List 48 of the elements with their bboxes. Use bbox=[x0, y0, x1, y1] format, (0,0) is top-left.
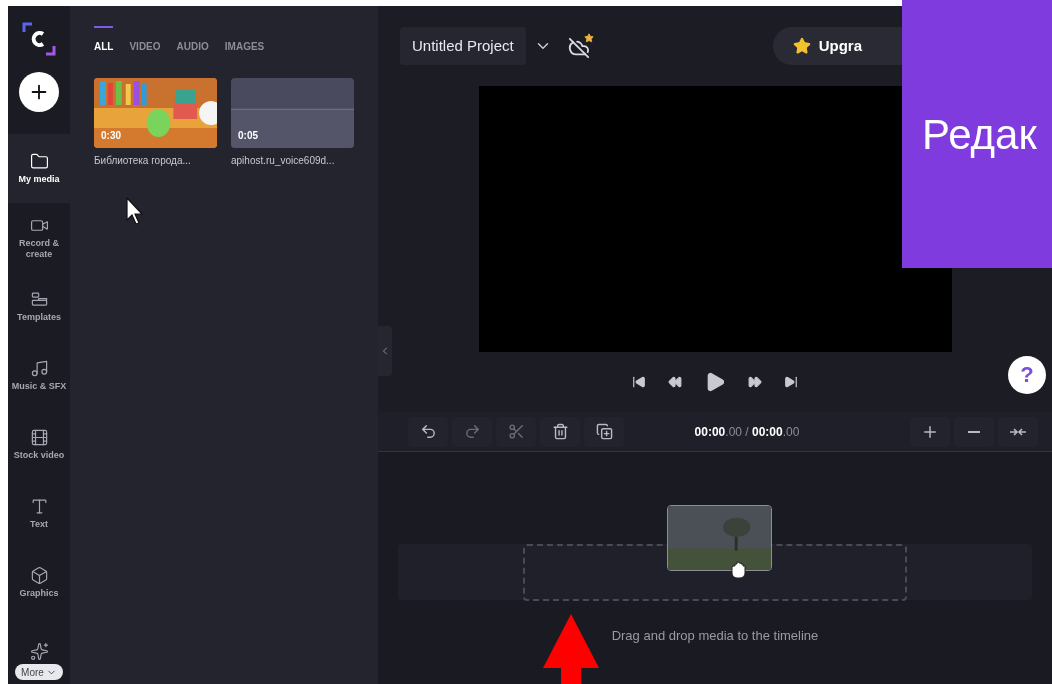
rewind-icon[interactable] bbox=[668, 375, 682, 389]
cube-icon bbox=[29, 566, 49, 585]
create-button[interactable] bbox=[19, 72, 59, 112]
drop-hint: Drag and drop media to the timeline bbox=[610, 627, 820, 645]
star-icon bbox=[792, 37, 811, 55]
music-note-icon bbox=[29, 359, 49, 378]
media-tab[interactable]: AUDIO bbox=[176, 26, 209, 54]
media-thumbnail[interactable]: 0:05 bbox=[231, 78, 354, 148]
time-display: 00:00.00 / 00:00.00 bbox=[694, 423, 800, 441]
media-name: apihost.ru_voice609d... bbox=[231, 154, 336, 168]
project-title[interactable]: Untitled Project bbox=[400, 27, 526, 65]
minus-icon bbox=[968, 430, 980, 433]
cursor-icon bbox=[126, 197, 144, 225]
arrow-icon bbox=[543, 614, 599, 684]
delete-button[interactable] bbox=[540, 416, 580, 447]
title-banner: Редак bbox=[902, 0, 1052, 268]
logo-icon bbox=[22, 22, 56, 56]
media-tab[interactable]: ALL bbox=[94, 26, 114, 54]
cloud-off-icon[interactable] bbox=[567, 33, 594, 59]
trash-icon bbox=[551, 423, 569, 440]
folder-icon bbox=[29, 152, 49, 171]
media-tab[interactable]: VIDEO bbox=[129, 26, 161, 54]
duration-label: 0:30 bbox=[101, 129, 121, 143]
redo-button[interactable] bbox=[452, 416, 492, 447]
templates-icon bbox=[29, 290, 49, 309]
undo-icon bbox=[419, 423, 437, 440]
skip-back-icon[interactable] bbox=[632, 375, 646, 389]
duplicate-icon bbox=[595, 423, 613, 440]
help-label: ? bbox=[1020, 364, 1034, 386]
sidebar-item[interactable]: My media bbox=[8, 134, 70, 203]
scissors-icon bbox=[507, 423, 525, 440]
collapse-handle[interactable] bbox=[378, 326, 392, 376]
media-tab[interactable]: IMAGES bbox=[224, 26, 265, 54]
fast-forward-icon[interactable] bbox=[748, 375, 762, 389]
duplicate-button[interactable] bbox=[584, 416, 624, 447]
media-name: Библиотека города... bbox=[94, 154, 192, 168]
redo-icon bbox=[463, 423, 481, 440]
duration-label: 0:05 bbox=[238, 129, 258, 143]
undo-button[interactable] bbox=[408, 416, 448, 447]
film-icon bbox=[29, 428, 49, 447]
arrows-inward-icon bbox=[1009, 425, 1027, 438]
zoom-in-button[interactable] bbox=[910, 416, 950, 447]
fit-button[interactable] bbox=[998, 416, 1038, 447]
more-button[interactable]: More bbox=[15, 664, 63, 680]
help-button[interactable]: ? bbox=[1008, 356, 1046, 394]
sparkles-icon bbox=[29, 642, 49, 661]
upgrade-button[interactable]: Upgra bbox=[772, 27, 902, 65]
skip-forward-icon[interactable] bbox=[784, 375, 798, 389]
